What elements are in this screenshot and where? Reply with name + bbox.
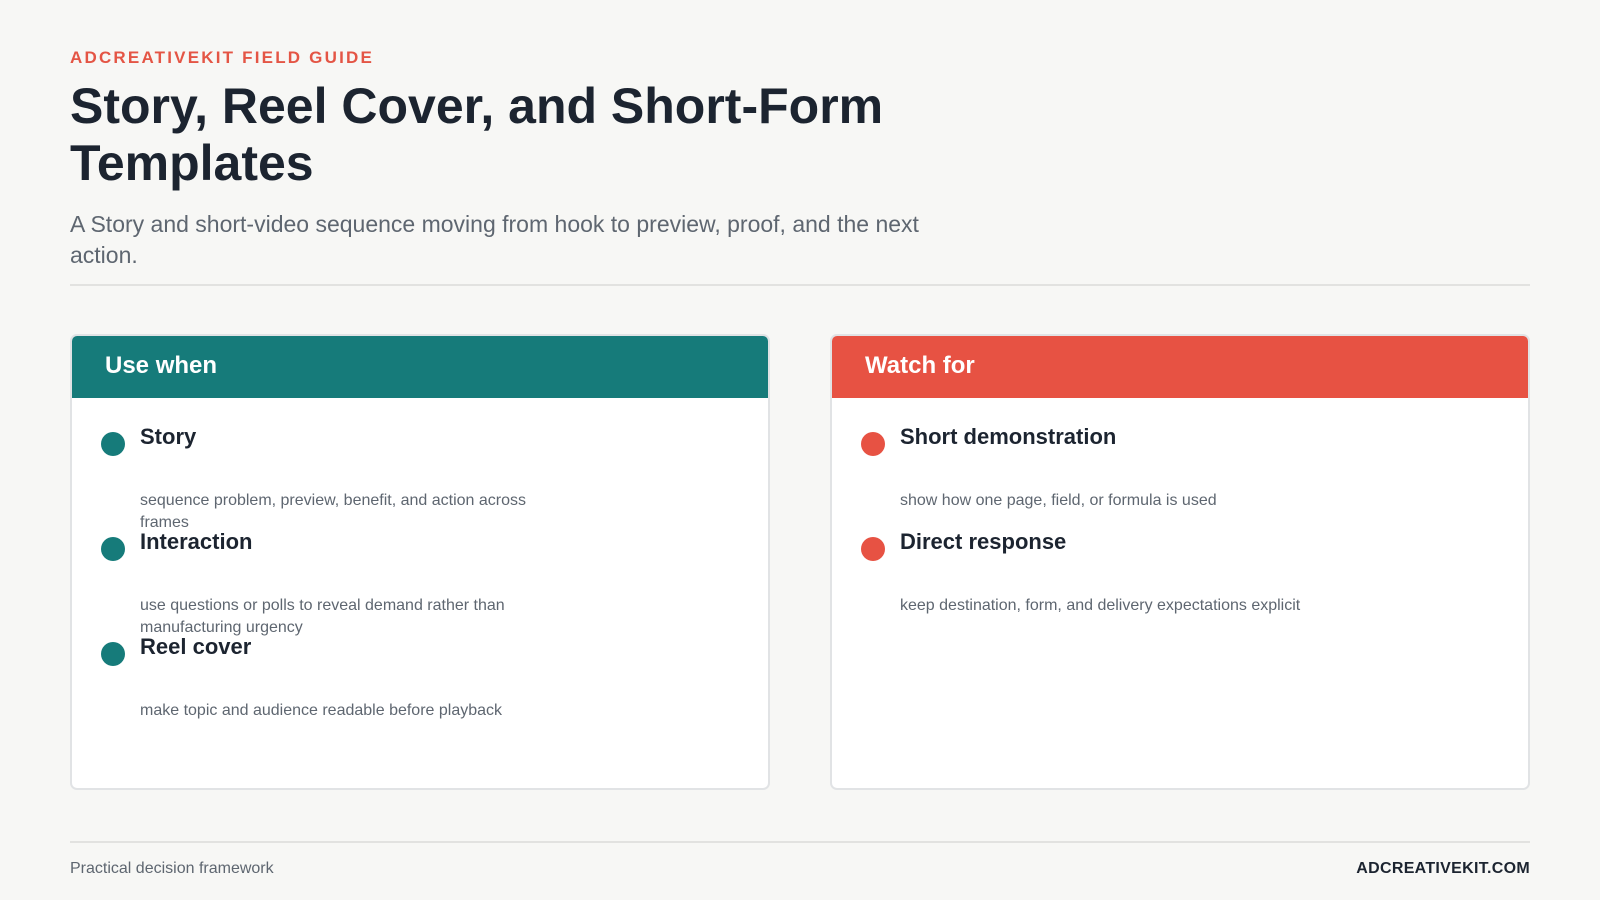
header-divider: [70, 284, 1530, 286]
item-description: make topic and audience readable before …: [140, 702, 503, 719]
footer-divider: [70, 841, 1530, 843]
page-subtitle: A Story and short-video sequence moving …: [70, 211, 919, 268]
bullet-dot-icon: [101, 537, 125, 561]
use-when-card: Use when Story sequence problem, preview…: [70, 334, 770, 790]
item-description: sequence problem, preview, benefit, and …: [140, 492, 527, 531]
footer-site-link[interactable]: ADCREATIVEKIT.COM: [1356, 860, 1530, 878]
footer-caption: Practical decision framework: [70, 860, 274, 877]
item-description: show how one page, field, or formula is …: [900, 492, 1217, 509]
item-description: use questions or polls to reveal demand …: [140, 597, 505, 636]
item-title: Reel cover: [140, 634, 252, 659]
bullet-dot-icon: [861, 537, 885, 561]
item-title: Direct response: [900, 529, 1067, 554]
bullet-dot-icon: [101, 432, 125, 456]
item-description: keep destination, form, and delivery exp…: [900, 597, 1301, 614]
use-when-card-header: Use when: [72, 336, 768, 398]
page-title: Story, Reel Cover, and Short-Form Templa…: [70, 78, 884, 191]
watch-for-card-header: Watch for: [832, 336, 1528, 398]
eyebrow-label: ADCREATIVEKIT FIELD GUIDE: [70, 48, 375, 67]
item-title: Interaction: [140, 529, 253, 554]
item-title: Story: [140, 424, 197, 449]
item-title: Short demonstration: [900, 424, 1117, 449]
bullet-dot-icon: [861, 432, 885, 456]
page: ADCREATIVEKIT FIELD GUIDE Story, Reel Co…: [70, 0, 1530, 900]
bullet-dot-icon: [101, 642, 125, 666]
watch-for-card: Watch for Short demonstration show how o…: [830, 334, 1530, 790]
